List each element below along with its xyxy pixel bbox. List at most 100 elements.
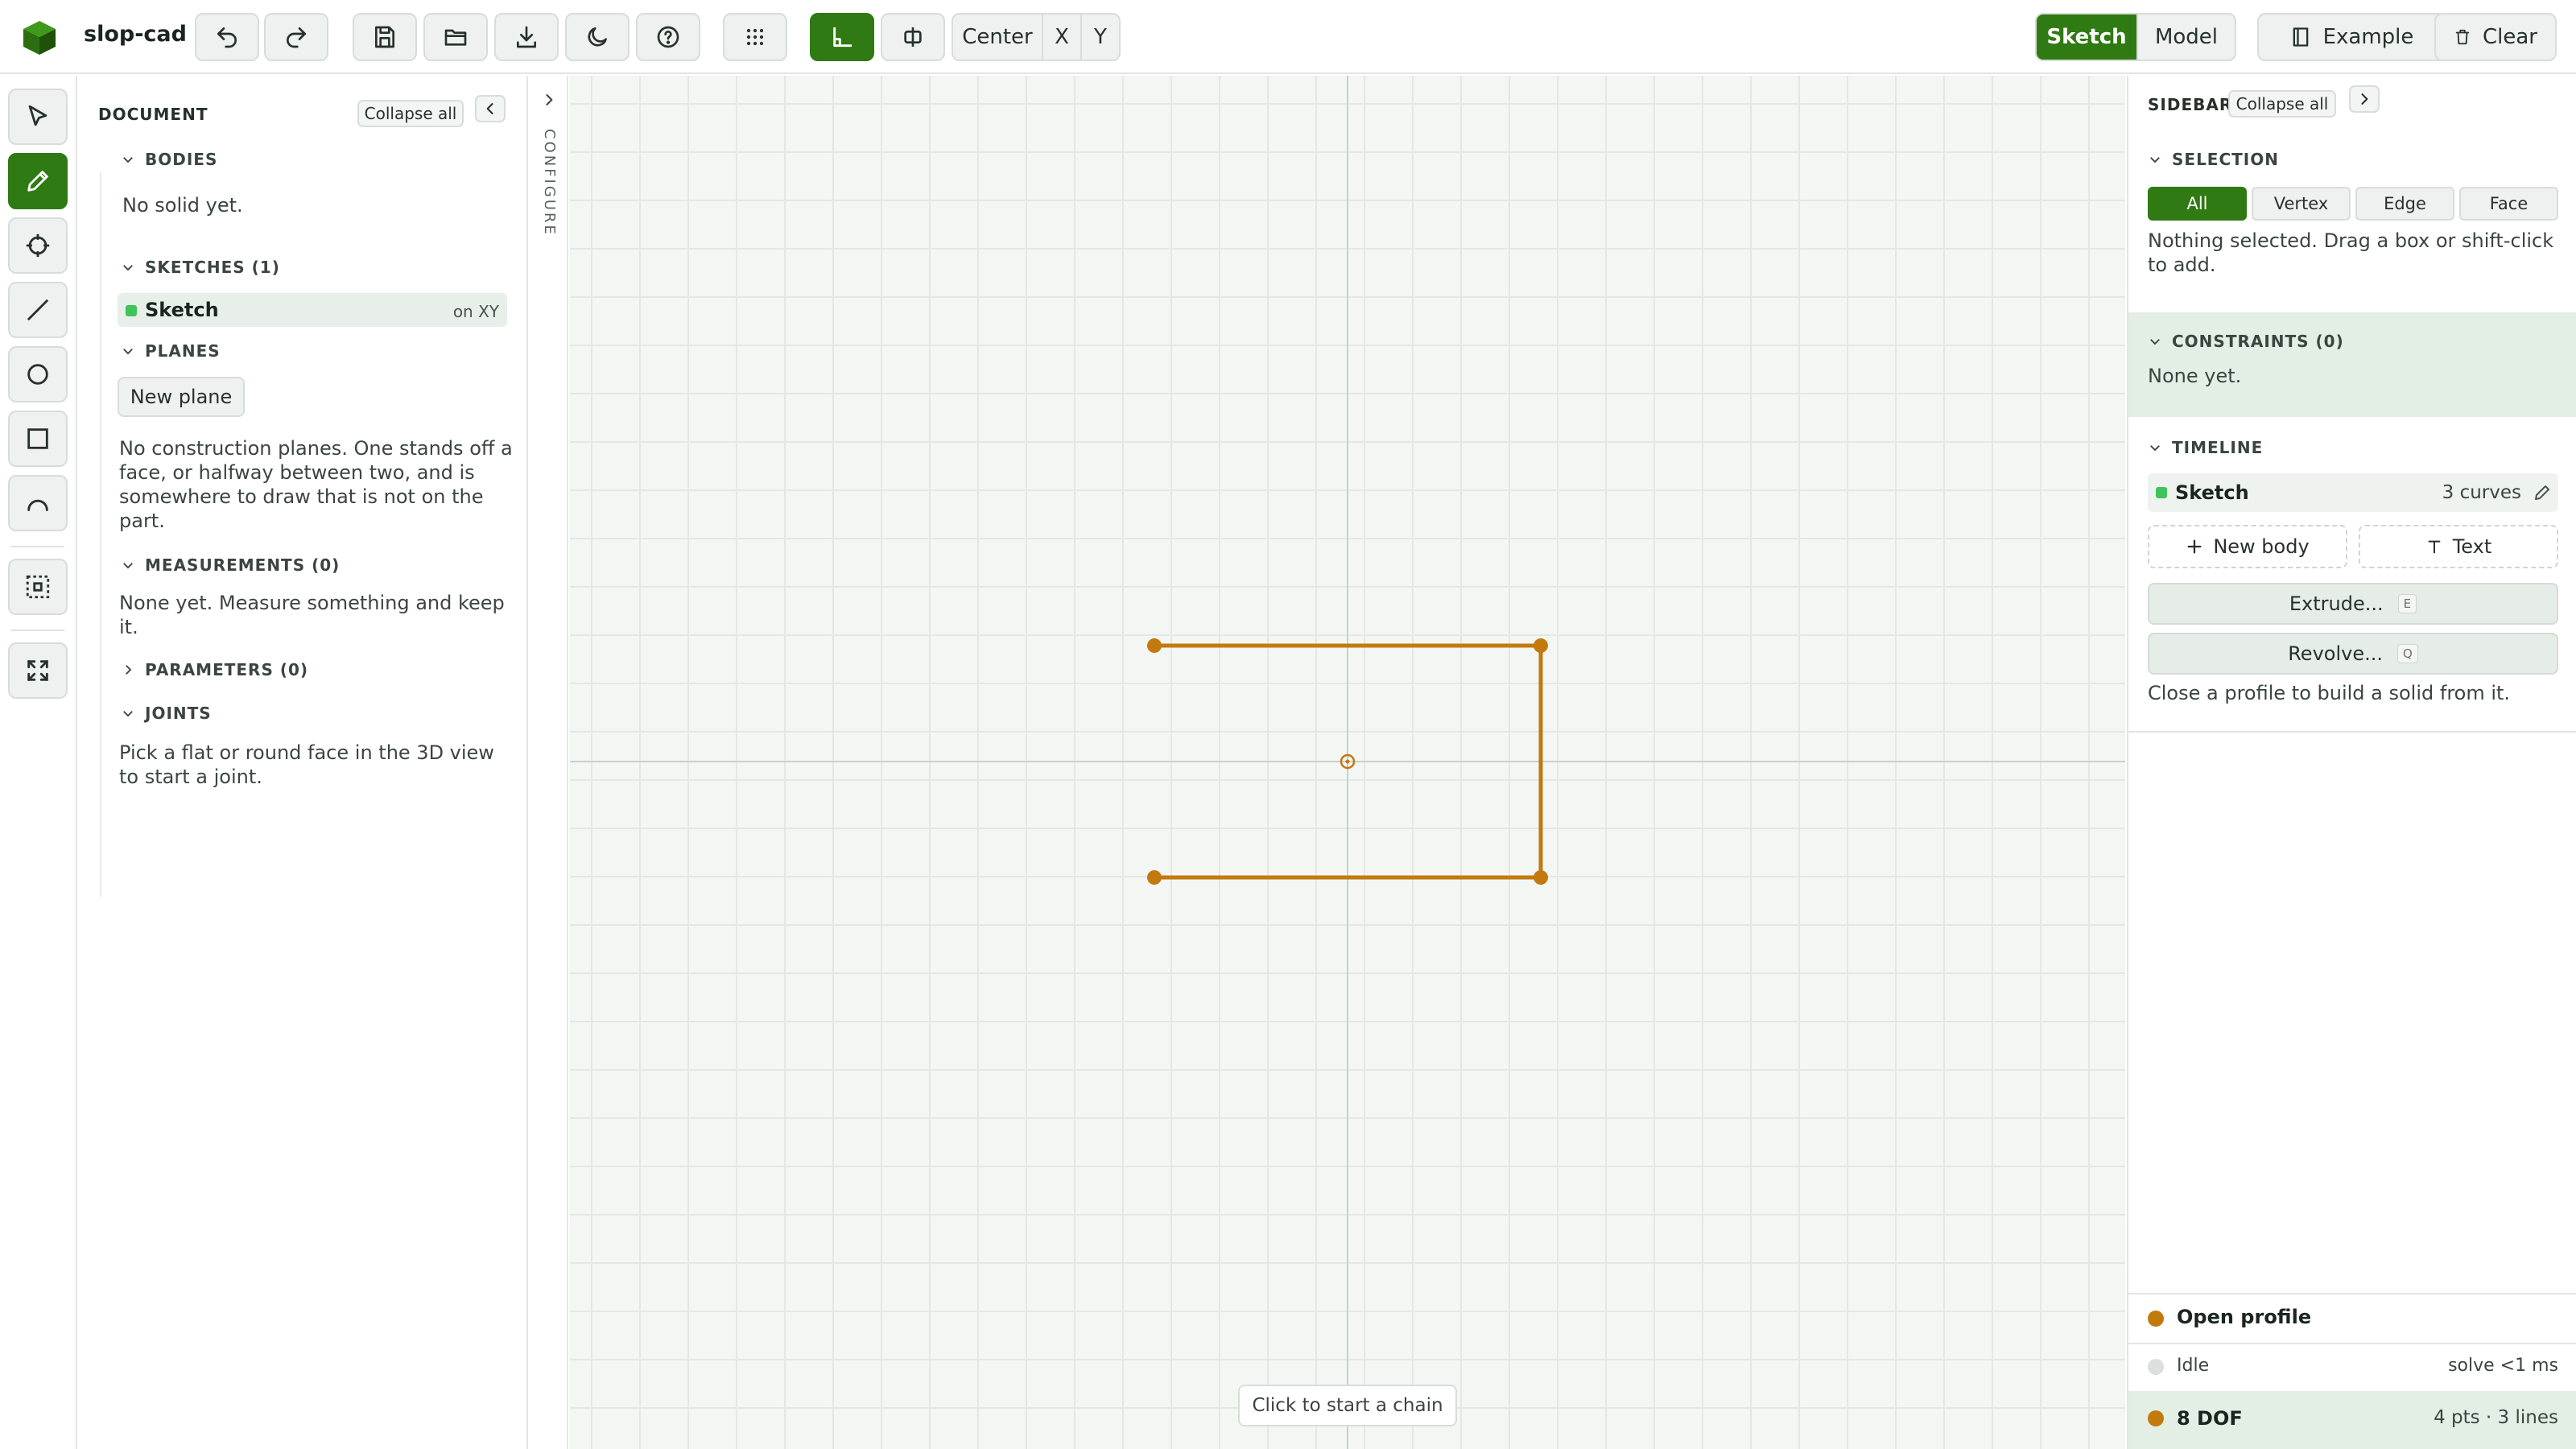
rectangle-tool[interactable] — [8, 411, 68, 467]
fit-view-tool[interactable] — [8, 642, 68, 699]
extrude-label: Extrude... — [2289, 592, 2384, 615]
redo-button[interactable] — [264, 13, 328, 61]
parameters-section-title: PARAMETERS (0) — [145, 660, 309, 679]
select-tool[interactable] — [8, 89, 68, 145]
sketch-canvas[interactable]: Click to start a chain — [570, 76, 2125, 1449]
solver-state-text: Idle — [2177, 1356, 2210, 1376]
text-button-label: Text — [2452, 535, 2492, 558]
constraints-section-toggle[interactable]: CONSTRAINTS (0) — [2148, 332, 2344, 351]
clear-button[interactable]: Clear — [2434, 13, 2557, 61]
line-tool[interactable] — [8, 282, 68, 338]
grid-dots-icon — [746, 28, 764, 46]
app-logo-icon — [21, 19, 58, 56]
sketch-vertex[interactable] — [1147, 870, 1162, 885]
sketch-drawing — [570, 76, 2125, 1449]
measurements-section-toggle[interactable]: MEASUREMENTS (0) — [121, 555, 340, 575]
planes-help-text: No construction planes. One stands off a… — [119, 437, 513, 532]
selection-section-title: SELECTION — [2172, 150, 2279, 169]
bodies-section-toggle[interactable]: BODIES — [121, 150, 217, 169]
mode-sketch-tab[interactable]: Sketch — [2037, 14, 2136, 60]
example-button[interactable]: Example — [2257, 13, 2446, 61]
sketch-vertex[interactable] — [1147, 638, 1162, 653]
axis-x-button[interactable]: X — [1042, 14, 1080, 60]
center-snap-button[interactable] — [881, 13, 945, 61]
new-body-button[interactable]: New body — [2148, 525, 2347, 568]
plus-icon — [2187, 539, 2202, 554]
sidebar-collapse-all-button[interactable]: Collapse all — [2228, 90, 2336, 118]
text-button[interactable]: Text — [2359, 525, 2558, 568]
selection-section-toggle[interactable]: SELECTION — [2148, 150, 2279, 169]
timeline-section-toggle[interactable]: TIMELINE — [2148, 438, 2263, 457]
tool-separator — [11, 630, 64, 631]
document-collapse-all-button[interactable]: Collapse all — [357, 100, 464, 127]
new-plane-button[interactable]: New plane — [118, 377, 245, 417]
chevron-down-icon — [2150, 445, 2160, 452]
chevron-down-icon — [2150, 157, 2160, 163]
selection-message: Nothing selected. Drag a box or shift-cl… — [2148, 229, 2554, 276]
pointer-icon — [28, 105, 47, 126]
sketch-vertex[interactable] — [1534, 870, 1548, 885]
box-select-tool[interactable] — [8, 559, 68, 615]
timeline-item-meta: 3 curves — [2442, 482, 2521, 503]
arc-tool[interactable] — [8, 475, 68, 531]
parameters-section-toggle[interactable]: PARAMETERS (0) — [121, 660, 308, 679]
document-title: DOCUMENT — [98, 105, 208, 124]
new-body-label: New body — [2213, 535, 2310, 558]
sketch-line-chain-tool[interactable] — [8, 153, 68, 209]
circle-tool[interactable] — [8, 346, 68, 402]
timeline-help-text: Close a profile to build a solid from it… — [2148, 682, 2511, 704]
solver-status-row: Idle solve <1 ms — [2128, 1344, 2576, 1389]
profile-status-dot — [2148, 1311, 2164, 1327]
save-button[interactable] — [353, 13, 417, 61]
moon-icon — [588, 27, 607, 47]
sketches-section-toggle[interactable]: SKETCHES (1) — [121, 258, 280, 277]
download-button[interactable] — [494, 13, 559, 61]
text-icon — [2428, 540, 2441, 554]
filter-edge-button[interactable]: Edge — [2355, 187, 2454, 221]
axis-y-button[interactable]: Y — [1080, 14, 1119, 60]
center-view-button[interactable]: Center — [953, 14, 1042, 60]
configure-panel-toggle[interactable]: CONFIGURE — [530, 76, 568, 1449]
collapse-panel-button[interactable] — [475, 95, 506, 122]
filter-all-button[interactable]: All — [2148, 187, 2247, 221]
ortho-snap-button[interactable] — [810, 13, 874, 61]
open-button[interactable] — [423, 13, 488, 61]
undo-button[interactable] — [195, 13, 259, 61]
filter-face-button[interactable]: Face — [2459, 187, 2558, 221]
measurements-section-title: MEASUREMENTS (0) — [145, 555, 341, 575]
line-icon — [27, 299, 48, 320]
timeline-item[interactable]: Sketch 3 curves — [2148, 473, 2558, 512]
bodies-section-title: BODIES — [145, 150, 218, 169]
dark-mode-button[interactable] — [565, 13, 630, 61]
book-icon — [2293, 27, 2308, 47]
expand-sidebar-button[interactable] — [2349, 85, 2380, 113]
revolve-label: Revolve... — [2288, 642, 2383, 665]
tree-guide-line — [100, 172, 101, 897]
document-panel: DOCUMENT Collapse all BODIES No solid ye… — [79, 76, 528, 1449]
profile-status-row: Open profile — [2128, 1294, 2576, 1343]
box-select-icon — [26, 575, 50, 599]
solver-time-text: solve <1 ms — [2448, 1356, 2558, 1376]
app-name: slop-cad — [84, 22, 187, 47]
extrude-button[interactable]: Extrude... E — [2148, 583, 2558, 625]
point-tool[interactable] — [8, 217, 68, 274]
configure-label: CONFIGURE — [541, 129, 558, 237]
filter-vertex-button[interactable]: Vertex — [2252, 187, 2351, 221]
dof-status-row: 8 DOF 4 pts · 3 lines — [2128, 1391, 2576, 1449]
crosshair-box-icon — [904, 27, 922, 47]
timeline-item-name: Sketch — [2175, 481, 2249, 504]
sketch-list-item[interactable]: Sketch on XY — [118, 293, 507, 327]
download-icon — [517, 26, 536, 48]
dof-status-dot — [2148, 1410, 2164, 1426]
dof-text: 8 DOF — [2177, 1407, 2243, 1430]
grid-snap-button[interactable] — [723, 13, 787, 61]
revolve-button[interactable]: Revolve... Q — [2148, 633, 2558, 675]
planes-section-toggle[interactable]: PLANES — [121, 341, 221, 361]
joints-section-toggle[interactable]: JOINTS — [121, 704, 212, 723]
mode-model-tab[interactable]: Model — [2136, 14, 2235, 60]
help-button[interactable] — [636, 13, 700, 61]
edit-pencil-icon[interactable] — [2533, 483, 2552, 502]
joints-help-text: Pick a flat or round face in the 3D view… — [119, 741, 494, 788]
help-icon — [657, 26, 679, 48]
sketch-vertex[interactable] — [1534, 638, 1548, 653]
